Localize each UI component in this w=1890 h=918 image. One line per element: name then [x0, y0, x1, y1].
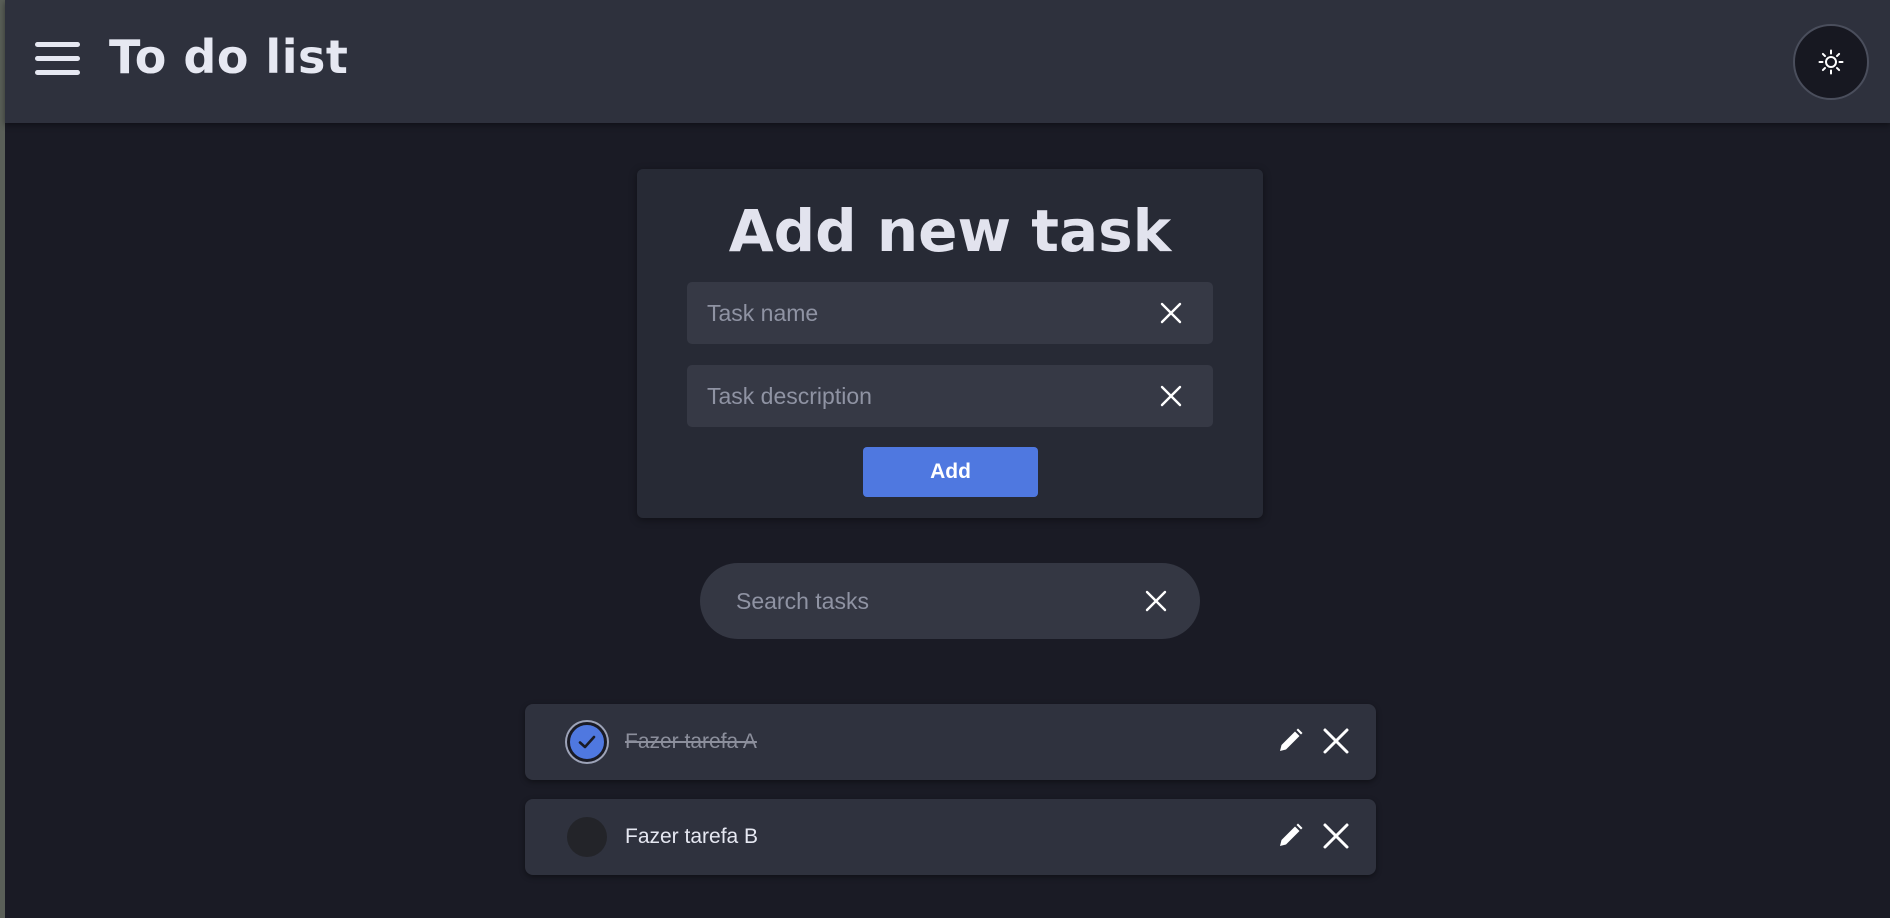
- theme-toggle-button[interactable]: [1793, 24, 1869, 100]
- menu-bar: [35, 56, 80, 61]
- pencil-icon: [1280, 823, 1303, 846]
- add-task-button[interactable]: Add: [863, 447, 1038, 497]
- menu-bar: [35, 70, 80, 75]
- task-description-input[interactable]: [687, 365, 1137, 427]
- close-icon: [1145, 590, 1167, 612]
- search-input[interactable]: [700, 563, 1120, 639]
- pencil-icon: [1280, 728, 1303, 751]
- edit-task-button[interactable]: [1272, 723, 1308, 759]
- task-item: Fazer tarefa B: [525, 799, 1376, 875]
- close-icon: [1323, 823, 1349, 849]
- hamburger-menu-icon[interactable]: [35, 38, 85, 78]
- add-task-card: Add new task Add: [637, 169, 1263, 518]
- clear-search-button[interactable]: [1138, 583, 1174, 619]
- sun-icon: [1818, 49, 1844, 75]
- check-icon: [578, 735, 596, 749]
- delete-task-button[interactable]: [1318, 723, 1354, 759]
- task-name: Fazer tarefa B: [625, 825, 759, 848]
- close-icon: [1160, 385, 1182, 407]
- task-name-field: [687, 282, 1213, 344]
- task-complete-checkbox[interactable]: [567, 817, 607, 857]
- close-icon: [1160, 302, 1182, 324]
- edit-task-button[interactable]: [1272, 818, 1308, 854]
- clear-task-name-button[interactable]: [1153, 295, 1189, 331]
- clear-task-description-button[interactable]: [1153, 378, 1189, 414]
- delete-task-button[interactable]: [1318, 818, 1354, 854]
- search-field: [700, 563, 1200, 639]
- app-header: To do list: [5, 0, 1890, 123]
- add-task-title: Add new task: [728, 197, 1172, 265]
- close-icon: [1323, 728, 1349, 754]
- window-edge: [0, 0, 5, 918]
- task-name-input[interactable]: [687, 282, 1137, 344]
- task-complete-checkbox[interactable]: [567, 722, 607, 762]
- menu-bar: [35, 42, 80, 47]
- task-description-field: [687, 365, 1213, 427]
- task-name: Fazer tarefa A: [625, 730, 757, 753]
- task-item: Fazer tarefa A: [525, 704, 1376, 780]
- app-title: To do list: [109, 30, 349, 84]
